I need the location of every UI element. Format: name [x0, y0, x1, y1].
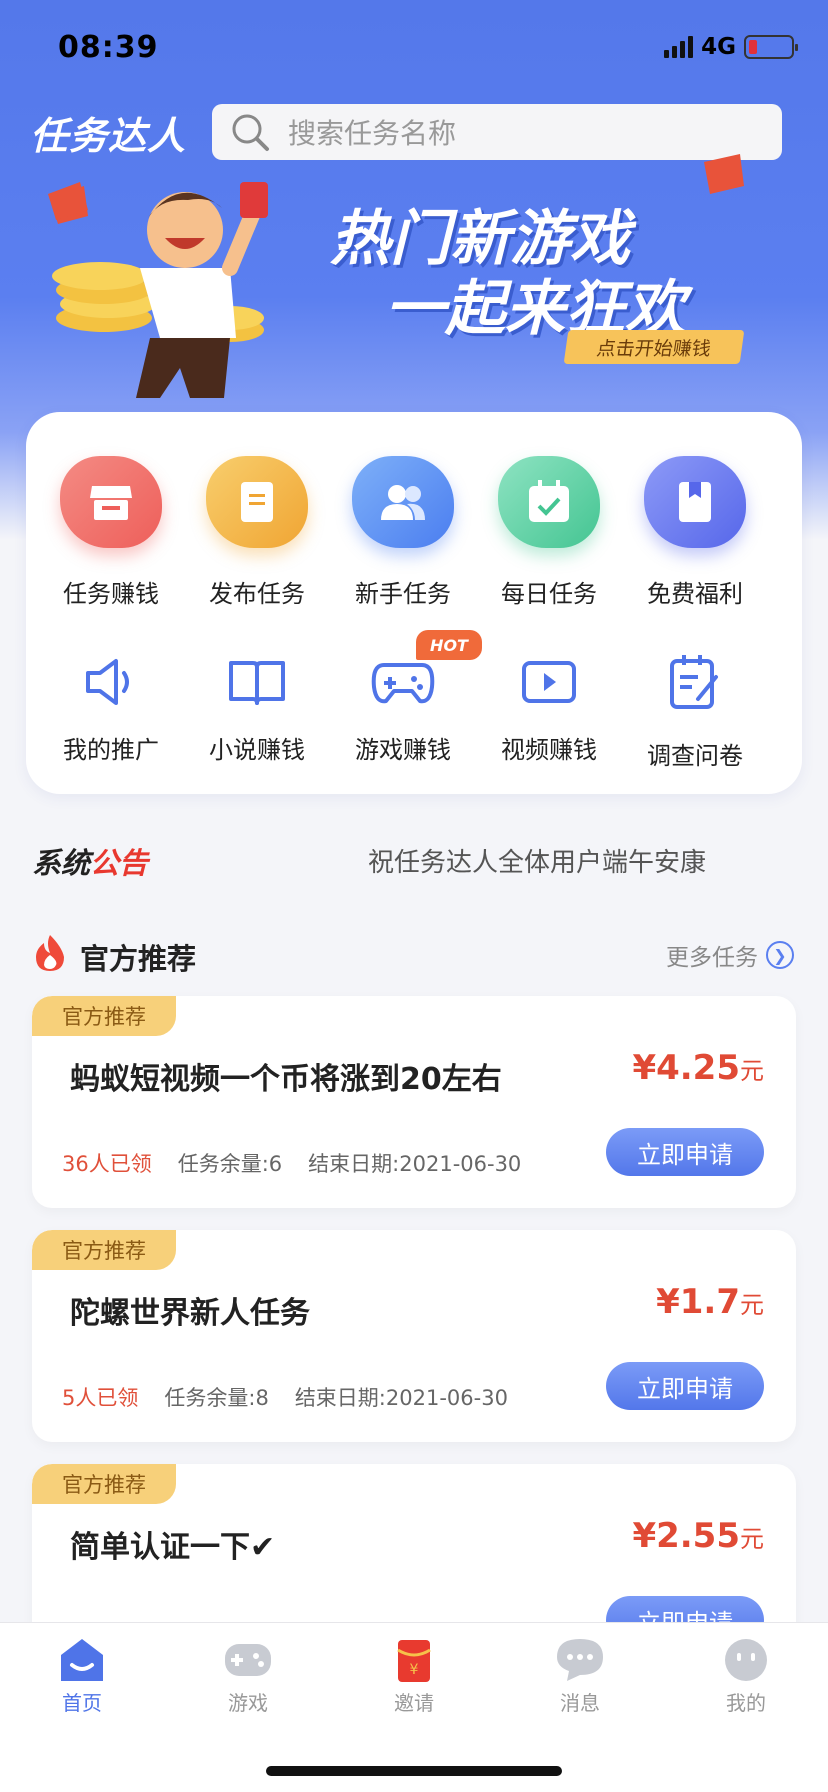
- tab-games[interactable]: 游戏: [188, 1637, 308, 1716]
- feature-grid: 任务赚钱 发布任务 新手任务 每日任务 免费福利 我的推广 小说赚钱 HOT 游…: [26, 412, 802, 794]
- profile-icon: [720, 1637, 772, 1683]
- tab-label: 我的: [726, 1691, 766, 1715]
- tab-label: 消息: [560, 1691, 600, 1715]
- task-card[interactable]: 官方推荐 蚂蚁短视频一个币将涨到20左右 ¥4.25元 36人已领 任务余量:6…: [32, 996, 796, 1208]
- status-indicators: 4G: [664, 34, 798, 60]
- status-bar: 08:39 4G: [0, 0, 828, 100]
- calendar-check-icon: [498, 456, 600, 548]
- chevron-right-icon: ❯: [766, 941, 794, 969]
- red-envelope-decor-icon: [48, 182, 88, 220]
- banner-cta-button[interactable]: 点击开始赚钱: [563, 330, 745, 364]
- apply-button[interactable]: 立即申请: [606, 1128, 764, 1176]
- bookmark-icon: [644, 456, 746, 548]
- task-name: 蚂蚁短视频一个币将涨到20左右: [70, 1062, 502, 1097]
- grid-item-video-earn[interactable]: 视频赚钱: [476, 650, 622, 765]
- grid-item-my-promotion[interactable]: 我的推广: [38, 650, 184, 765]
- status-time: 08:39: [58, 30, 159, 65]
- search-input[interactable]: 搜索任务名称: [212, 104, 782, 160]
- tab-messages[interactable]: 消息: [520, 1637, 640, 1716]
- svg-text:¥: ¥: [410, 1662, 419, 1678]
- grid-item-newbie-task[interactable]: 新手任务: [330, 456, 476, 609]
- grid-label: 每日任务: [501, 580, 597, 608]
- book-icon: [222, 650, 292, 714]
- task-remaining: 任务余量:6: [177, 1152, 283, 1176]
- grid-item-publish-task[interactable]: 发布任务: [184, 456, 330, 609]
- search-placeholder: 搜索任务名称: [288, 117, 457, 150]
- task-price: ¥2.55元: [632, 1516, 764, 1556]
- users-icon: [352, 456, 454, 548]
- grid-item-free-benefits[interactable]: 免费福利: [622, 456, 768, 609]
- task-price: ¥4.25元: [632, 1048, 764, 1088]
- task-claimed: 5人已领: [62, 1386, 139, 1410]
- grid-label: 我的推广: [63, 736, 159, 764]
- grid-item-daily-task[interactable]: 每日任务: [476, 456, 622, 609]
- grid-label: 免费福利: [647, 580, 743, 608]
- grid-item-game-earn[interactable]: HOT 游戏赚钱: [330, 630, 482, 765]
- recommend-header: 官方推荐 更多任务 ❯: [0, 930, 828, 980]
- app-logo: 任务达人: [30, 114, 187, 158]
- battery-icon: [744, 35, 798, 59]
- gamepad-icon: [222, 1637, 274, 1683]
- grid-item-survey[interactable]: 调查问卷: [622, 650, 768, 771]
- task-end-date: 结束日期:2021-06-30: [294, 1386, 508, 1410]
- task-name: 陀螺世界新人任务: [70, 1296, 310, 1331]
- system-notice[interactable]: 系统公告 祝任务达人全体用户端午安康: [0, 830, 828, 890]
- message-icon: [554, 1637, 606, 1683]
- task-end-date: 结束日期:2021-06-30: [308, 1152, 522, 1176]
- recommend-title: 官方推荐: [80, 942, 197, 976]
- red-envelope-decor-icon: [704, 154, 744, 194]
- home-icon: [56, 1637, 108, 1683]
- task-tag: 官方推荐: [32, 1464, 176, 1504]
- search-icon: [232, 114, 269, 151]
- task-claimed: 36人已领: [62, 1152, 152, 1176]
- grid-label: 视频赚钱: [501, 736, 597, 764]
- fire-icon: [36, 935, 64, 971]
- gamepad-icon: HOT: [368, 630, 482, 714]
- grid-label: 任务赚钱: [63, 580, 159, 608]
- task-meta: 5人已领 任务余量:8 结束日期:2021-06-30: [62, 1382, 508, 1412]
- survey-icon: [660, 650, 730, 714]
- task-name: 简单认证一下✔: [70, 1530, 276, 1565]
- notice-marquee-text: 祝任务达人全体用户端午安康: [368, 848, 707, 878]
- tab-home[interactable]: 首页: [22, 1637, 142, 1716]
- tab-label: 邀请: [394, 1691, 434, 1715]
- grid-item-task-earn[interactable]: 任务赚钱: [38, 456, 184, 609]
- task-tag: 官方推荐: [32, 1230, 176, 1270]
- tab-label: 游戏: [228, 1691, 268, 1715]
- tab-label: 首页: [62, 1691, 102, 1715]
- grid-label: 游戏赚钱: [355, 736, 451, 764]
- grid-label: 小说赚钱: [209, 736, 305, 764]
- apply-button[interactable]: 立即申请: [606, 1362, 764, 1410]
- video-play-icon: [514, 650, 584, 714]
- megaphone-icon: [76, 650, 146, 714]
- tab-profile[interactable]: 我的: [686, 1637, 806, 1716]
- task-tag: 官方推荐: [32, 996, 176, 1036]
- grid-label: 发布任务: [209, 580, 305, 608]
- signal-icon: [664, 36, 694, 58]
- task-meta: 36人已领 任务余量:6 结束日期:2021-06-30: [62, 1148, 521, 1178]
- more-tasks-link[interactable]: 更多任务 ❯: [666, 938, 794, 972]
- notice-title: 系统公告: [32, 846, 149, 880]
- task-card[interactable]: 官方推荐 陀螺世界新人任务 ¥1.7元 5人已领 任务余量:8 结束日期:202…: [32, 1230, 796, 1442]
- network-type: 4G: [701, 34, 736, 60]
- more-tasks-label: 更多任务: [666, 945, 758, 971]
- home-indicator: [266, 1766, 562, 1776]
- grid-item-novel-earn[interactable]: 小说赚钱: [184, 650, 330, 765]
- task-price: ¥1.7元: [656, 1282, 764, 1322]
- tab-invite[interactable]: ¥ 邀请: [354, 1637, 474, 1716]
- hot-badge: HOT: [416, 630, 482, 660]
- task-remaining: 任务余量:8: [164, 1386, 269, 1410]
- grid-label: 新手任务: [355, 580, 451, 608]
- store-icon: [60, 456, 162, 548]
- document-icon: [206, 456, 308, 548]
- grid-label: 调查问卷: [647, 742, 743, 770]
- red-envelope-icon: ¥: [388, 1637, 440, 1683]
